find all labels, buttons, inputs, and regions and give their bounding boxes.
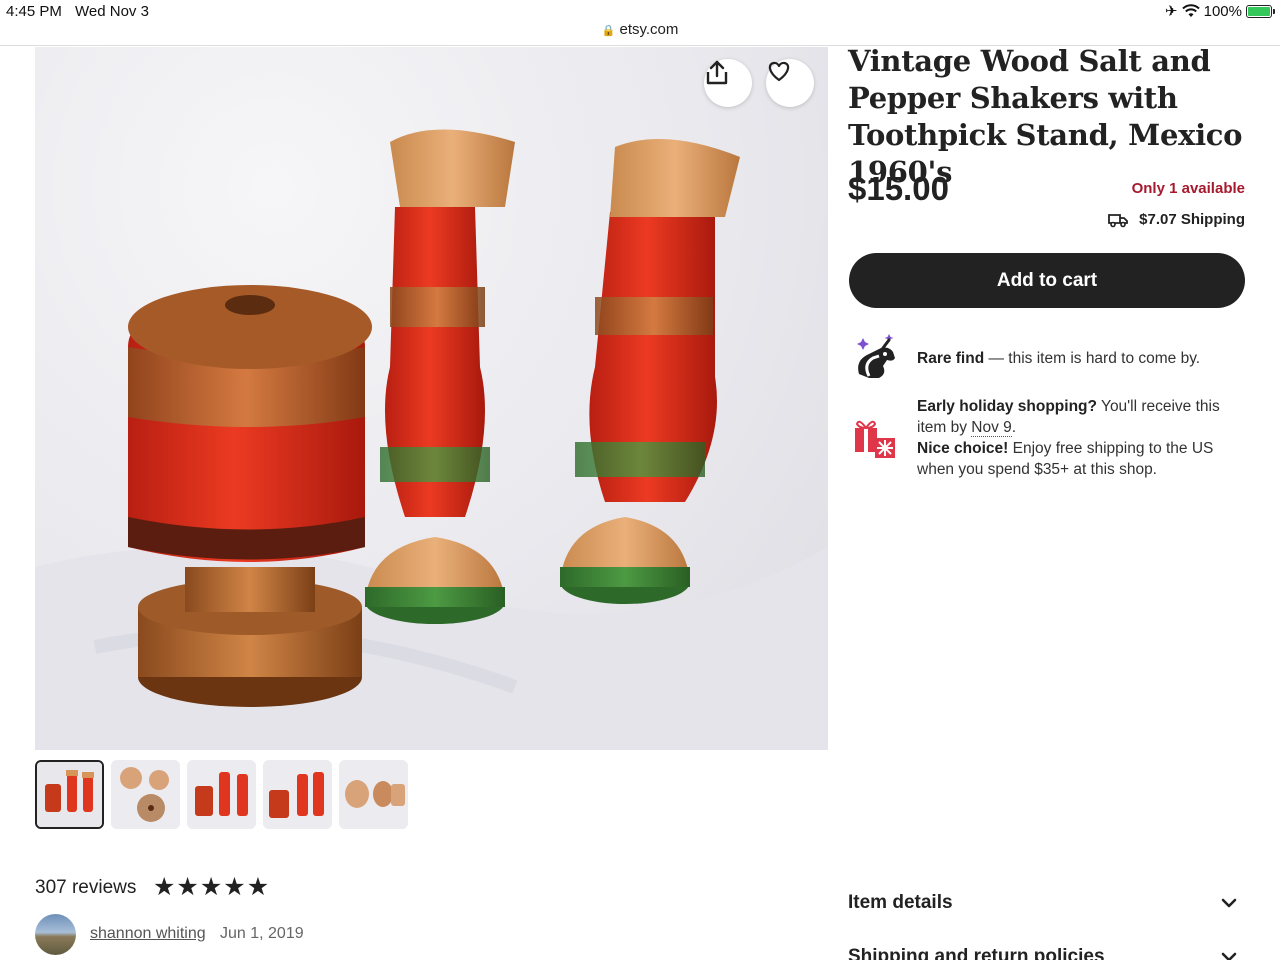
shipping-text: $7.07 Shipping xyxy=(1139,211,1245,228)
chevron-down-icon xyxy=(1221,952,1237,960)
product-photo xyxy=(35,129,828,750)
rare-find-notice: Rare find — this item is hard to come by… xyxy=(849,332,1200,388)
thumbnail-5[interactable] xyxy=(339,760,408,829)
add-to-cart-button[interactable]: Add to cart xyxy=(849,253,1245,308)
shipping-cost: $7.07 Shipping xyxy=(1107,211,1245,228)
thumbnail-1[interactable] xyxy=(35,760,104,829)
delivery-truck-icon xyxy=(1108,213,1129,227)
availability-label: Only 1 available xyxy=(1131,180,1245,197)
listing-title: Vintage Wood Salt and Pepper Shakers wit… xyxy=(848,44,1243,189)
rare-find-icon xyxy=(857,334,895,378)
airplane-icon: ✈ xyxy=(1165,3,1178,20)
status-time: 4:45 PM xyxy=(6,3,62,20)
star-icon: ★ xyxy=(246,873,270,901)
nice-choice-label: Nice choice! xyxy=(917,440,1009,457)
heart-icon xyxy=(768,61,790,82)
url-text: etsy.com xyxy=(619,21,679,38)
shipping-policies-toggle[interactable]: Shipping and return policies xyxy=(848,946,1245,960)
chevron-down-icon xyxy=(1221,898,1237,908)
shipping-policies-label: Shipping and return policies xyxy=(848,946,1105,960)
thumbnail-3[interactable] xyxy=(187,760,256,829)
star-icon: ★ xyxy=(223,873,246,901)
address-bar[interactable]: 🔒 etsy.com xyxy=(0,21,1280,38)
battery-icon xyxy=(1246,4,1275,18)
price: $15.00 xyxy=(848,170,949,207)
rare-find-label: Rare find xyxy=(917,350,985,367)
status-date: Wed Nov 3 xyxy=(75,3,149,20)
wifi-icon xyxy=(1181,4,1200,17)
item-details-toggle[interactable]: Item details xyxy=(848,892,1245,914)
star-icon: ★ xyxy=(199,873,223,901)
delivery-date[interactable]: Nov 9 xyxy=(971,419,1012,437)
review-date: Jun 1, 2019 xyxy=(220,925,304,942)
share-icon xyxy=(706,60,728,85)
reviewer-name[interactable]: shannon whiting xyxy=(90,925,206,943)
holiday-text-end: . xyxy=(1011,419,1017,436)
item-details-label: Item details xyxy=(848,892,953,913)
listing-main-image[interactable] xyxy=(35,47,828,750)
battery-percent: 100% xyxy=(1203,2,1242,20)
lock-icon: 🔒 xyxy=(601,25,616,37)
gift-icon xyxy=(855,420,895,458)
thumbnail-strip xyxy=(35,760,408,829)
thumbnail-2[interactable] xyxy=(111,760,180,829)
thumbnail-4[interactable] xyxy=(263,760,332,829)
status-bar: 4:45 PM Wed Nov 3 ✈ 100% 🔒 etsy.com xyxy=(0,0,1280,46)
review-count: 307 reviews xyxy=(35,877,137,898)
star-icon: ★ xyxy=(153,873,176,901)
holiday-notice: Early holiday shopping? You'll receive t… xyxy=(849,396,1239,480)
favorite-button[interactable] xyxy=(766,59,814,107)
rare-find-text: — this item is hard to come by. xyxy=(984,350,1201,367)
holiday-label: Early holiday shopping? xyxy=(917,398,1097,415)
reviewer-avatar[interactable] xyxy=(35,914,76,955)
share-button[interactable] xyxy=(704,59,752,107)
status-indicators: ✈ 100% xyxy=(1165,2,1275,20)
star-rating: ★ ★ ★ ★ ★ xyxy=(153,875,269,900)
star-icon: ★ xyxy=(176,873,199,901)
